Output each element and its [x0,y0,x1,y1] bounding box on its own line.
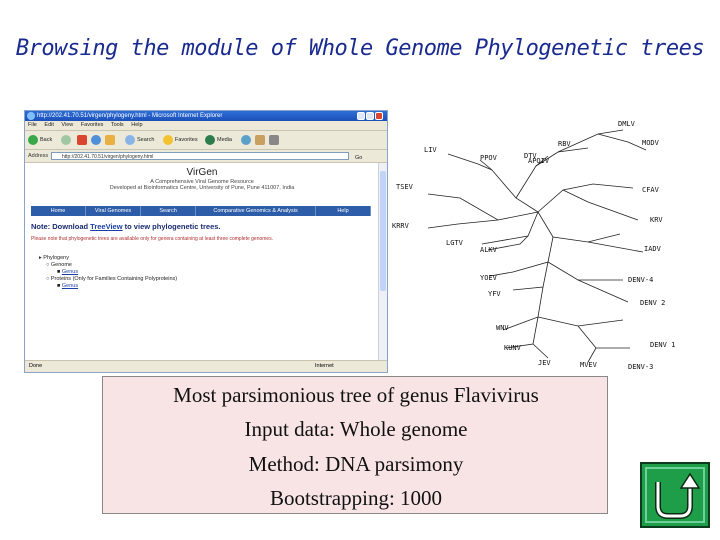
taxon-label: DENV-3 [628,363,653,371]
status-bar: Done Internet [25,360,387,372]
menu-tools[interactable]: Tools [111,122,124,128]
search-icon [125,134,135,145]
menu-edit[interactable]: Edit [44,122,53,128]
treeview-note: Note: Download TreeView to view phylogen… [31,222,221,231]
taxon-label: MVEV [580,361,598,369]
caption-line-3: Method: DNA parsimony [248,452,464,476]
home-button[interactable] [105,134,117,146]
media-button[interactable]: Media [205,134,232,146]
menu-favorites[interactable]: Favorites [81,122,104,128]
taxon-label: LGTV [446,239,464,247]
forward-arrow-icon [61,134,71,145]
menu-bar: File Edit View Favorites Tools Help [25,121,387,131]
back-arrow-icon [28,134,38,145]
taxon-label: DENV-4 [628,276,653,284]
scroll-thumb[interactable] [380,171,386,291]
mail-icon [255,134,265,145]
taxon-label: TSEV [396,183,414,191]
history-button[interactable] [241,134,253,146]
star-icon [163,134,173,145]
caption-line-4: Bootstrapping: 1000 [269,486,443,510]
phylogeny-tree-list: ▸ Phylogeny ○ Genome ■ Genus ○ Proteins … [39,255,177,290]
taxon-label: APOIV [528,157,550,165]
taxon-label: KUNV [504,344,522,352]
taxon-label: KRRV [392,222,410,230]
taxon-label: RBV [558,140,571,148]
nav-search[interactable]: Search [141,206,197,216]
status-text: Done [29,363,43,369]
tree-genome[interactable]: ○ Genome [39,262,177,269]
window-title: http://202.41.70.51/virgen/phylogeny.htm… [37,113,223,119]
nav-viral-genomes[interactable]: Viral Genomes [86,206,142,216]
u-turn-arrow-icon [655,472,701,519]
caption-line-2: Input data: Whole genome [244,417,468,441]
taxon-label: CFAV [642,186,660,194]
taxon-label: JEV [538,359,551,367]
maximize-icon[interactable] [366,112,374,120]
menu-help[interactable]: Help [131,122,142,128]
favorites-button[interactable]: Favorites [163,134,198,146]
site-logo: VirGen [186,167,218,178]
menu-file[interactable]: File [28,122,37,128]
taxon-label: YOEV [480,274,498,282]
browser-screenshot: http://202.41.70.51/virgen/phylogeny.htm… [24,110,388,373]
tree-proteins[interactable]: ○ Proteins (Only for Families Containing… [39,276,177,283]
print-button[interactable] [269,134,281,146]
address-label: Address [28,153,49,159]
caption-line-1: Most parsimonious tree of genus Flavivir… [173,383,539,407]
search-button[interactable]: Search [125,134,154,146]
slide-title: Browsing the module of Whole Genome Phyl… [15,36,705,61]
site-subtitle: A Comprehensive Viral Genome Resource De… [109,179,295,191]
taxon-label: MODV [642,139,660,147]
tree-genome-genus[interactable]: ■ Genus [39,269,177,276]
tree-labels: DMLV MODV LIV RBV PPOV DTV APOIV TSEV CF… [392,120,675,371]
print-icon [269,134,279,145]
taxon-label: WNV [496,324,509,332]
refresh-button[interactable] [91,134,103,146]
home-icon [105,134,115,145]
history-icon [241,134,251,145]
stop-button[interactable] [77,134,89,146]
media-icon [205,134,215,145]
vertical-scrollbar[interactable] [378,163,387,361]
taxon-label: ALKV [480,246,498,254]
taxon-label: DMLV [618,120,636,128]
taxon-label: LIV [424,146,437,154]
taxon-label: KRV [650,216,663,224]
treeview-link[interactable]: TreeView [90,222,122,231]
tree-proteins-genus[interactable]: ■ Genus [39,283,177,290]
close-icon[interactable] [375,112,383,120]
mail-button[interactable] [255,134,267,146]
taxon-label: YFV [488,290,501,298]
taxon-label: DENV 1 [650,341,675,349]
back-button[interactable]: Back [28,134,52,146]
taxon-label: IADV [644,245,662,253]
taxon-label: PPOV [480,154,498,162]
tree-root[interactable]: ▸ Phylogeny [39,255,177,262]
taxon-label: DENV 2 [640,299,665,307]
phylogenetic-tree: DMLV MODV LIV RBV PPOV DTV APOIV TSEV CF… [392,120,675,371]
menu-view[interactable]: View [61,122,73,128]
site-nav: Home Viral Genomes Search Comparative Ge… [31,206,371,216]
refresh-icon [91,134,101,145]
nav-help[interactable]: Help [316,206,371,216]
return-button[interactable] [640,462,710,528]
ie-icon [27,112,35,120]
nav-home[interactable]: Home [31,206,87,216]
address-bar: Address http://202.41.70.51/virgen/phylo… [25,150,387,163]
browser-titlebar: http://202.41.70.51/virgen/phylogeny.htm… [25,111,387,121]
address-input[interactable]: http://202.41.70.51/virgen/phylogeny.htm… [51,152,349,160]
toolbar: Back Search Favorites Media [25,131,387,150]
page-content: VirGen A Comprehensive Viral Genome Reso… [25,163,379,361]
forward-button[interactable] [61,134,73,146]
status-zone: Internet [315,363,334,369]
caption-box: Most parsimonious tree of genus Flavivir… [102,376,608,514]
minimize-icon[interactable] [357,112,365,120]
stop-icon [77,134,87,145]
treeview-note-detail: Please note that phylogenetic trees are … [31,236,274,242]
nav-comparative-genomics[interactable]: Comparative Genomics & Analysis [196,206,316,216]
